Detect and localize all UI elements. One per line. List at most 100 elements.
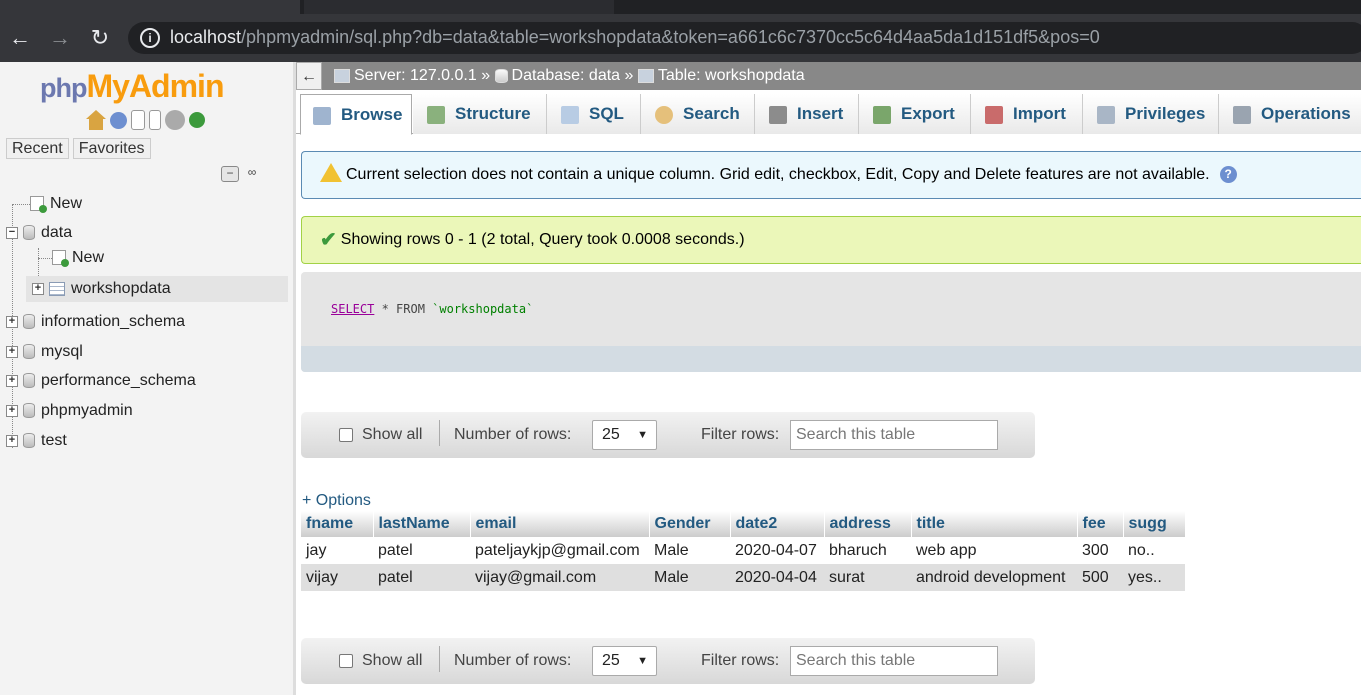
filter-rows-label: Filter rows:	[701, 426, 780, 443]
tab-sql[interactable]: SQL	[547, 94, 641, 134]
browser-tab[interactable]	[304, 0, 614, 14]
breadcrumb-server[interactable]: Server: 127.0.0.1 »	[354, 67, 490, 84]
database-icon	[23, 225, 35, 241]
sql-keyword[interactable]: SELECT	[331, 302, 374, 316]
rows-select[interactable]: 25 ▼	[592, 646, 657, 676]
tree-item-data[interactable]: − data	[6, 220, 72, 246]
table-icon	[637, 68, 654, 83]
column-header[interactable]: lastName	[373, 511, 471, 537]
help-icon[interactable]	[110, 112, 127, 129]
collapse-panel-arrow-icon[interactable]: ←	[296, 62, 322, 90]
tab-search[interactable]: Search	[641, 94, 755, 134]
breadcrumb-database[interactable]: Database: data »	[512, 67, 634, 84]
info-icon[interactable]: i	[140, 28, 160, 48]
expand-icon[interactable]: +	[6, 345, 18, 358]
quick-icons	[86, 110, 205, 130]
expand-icon[interactable]: +	[6, 404, 18, 417]
tab-browse[interactable]: Browse	[300, 94, 412, 135]
column-header[interactable]: email	[470, 511, 650, 537]
tab-label: Export	[901, 104, 955, 123]
sql-query: SELECT * FROM `workshopdata`	[331, 302, 533, 316]
tab-import[interactable]: Import	[971, 94, 1083, 134]
url-text: localhost/phpmyadmin/sql.php?db=data&tab…	[170, 27, 1100, 48]
tree-item-information-schema[interactable]: + information_schema	[6, 309, 185, 335]
dropdown-arrow-icon: ▼	[637, 429, 648, 441]
link-icon[interactable]: ∞	[243, 166, 261, 182]
browser-tab-strip	[0, 0, 1361, 14]
tree-item-phpmyadmin[interactable]: + phpmyadmin	[6, 398, 133, 424]
column-header[interactable]: fee	[1077, 511, 1124, 537]
expand-icon[interactable]: +	[6, 315, 18, 328]
tree-item-label: data	[41, 224, 73, 241]
url-host: localhost	[170, 27, 242, 47]
table-cell: no..	[1123, 537, 1185, 564]
collapse-icon[interactable]: −	[6, 226, 18, 239]
rows-select[interactable]: 25 ▼	[592, 420, 657, 450]
filter-rows-input[interactable]: Search this table	[790, 420, 998, 450]
settings-gear-icon[interactable]	[165, 110, 185, 130]
expand-icon[interactable]: +	[6, 434, 18, 447]
breadcrumb: ← Server: 127.0.0.1 » Database: data » T…	[296, 62, 1361, 90]
table-navigation-top: Show all Number of rows: 25 ▼ Filter rows…	[301, 412, 1035, 458]
column-header[interactable]: fname	[301, 511, 374, 537]
success-message: ✔ Showing rows 0 - 1 (2 total, Query took…	[301, 216, 1361, 264]
collapse-all-icon[interactable]: −	[221, 166, 239, 182]
tab-export[interactable]: Export	[859, 94, 971, 134]
back-arrow-icon[interactable]: ←	[6, 24, 34, 52]
database-icon	[23, 373, 35, 389]
tab-operations[interactable]: Operations	[1219, 94, 1361, 134]
options-link[interactable]: + Options	[302, 492, 371, 510]
column-header[interactable]: Gender	[649, 511, 731, 537]
logo-my: My	[86, 68, 129, 104]
tree-item-test[interactable]: + test	[6, 428, 67, 454]
export-icon	[873, 105, 891, 124]
tree-item-performance-schema[interactable]: + performance_schema	[6, 368, 196, 394]
search-icon	[655, 105, 673, 124]
tab-label: Import	[1013, 104, 1066, 123]
table-cell: pateljaykjp@gmail.com	[470, 537, 649, 564]
recent-button[interactable]: Recent	[6, 138, 69, 159]
tree-item-label: information_schema	[41, 313, 186, 330]
tab-insert[interactable]: Insert	[755, 94, 859, 134]
filter-rows-input[interactable]: Search this table	[790, 646, 998, 676]
tab-label: Privileges	[1125, 104, 1206, 123]
checkmark-icon: ✔	[320, 229, 337, 251]
tree-item-workshopdata[interactable]: + workshopdata	[26, 276, 288, 302]
favorites-button[interactable]: Favorites	[72, 138, 151, 159]
new-table-icon	[52, 250, 69, 268]
column-header[interactable]: address	[824, 511, 912, 537]
table-cell: bharuch	[824, 537, 911, 564]
url-field[interactable]: i localhost/phpmyadmin/sql.php?db=data&t…	[128, 22, 1361, 54]
sql-docs-icon[interactable]	[149, 110, 161, 130]
sql-icon	[561, 105, 579, 124]
separator	[439, 420, 440, 446]
docs-icon[interactable]	[131, 110, 145, 130]
tree-item-new[interactable]: New	[30, 191, 82, 217]
help-icon[interactable]: ?	[1219, 166, 1237, 184]
reload-navigation-icon[interactable]	[189, 112, 205, 128]
tab-privileges[interactable]: Privileges	[1083, 94, 1219, 134]
show-all-checkbox[interactable]	[339, 654, 353, 668]
tree-item-mysql[interactable]: + mysql	[6, 339, 83, 365]
forward-arrow-icon[interactable]: →	[46, 24, 74, 52]
home-icon[interactable]	[86, 110, 106, 130]
phpmyadmin-logo[interactable]: phpMyAdmin	[40, 68, 224, 105]
column-header[interactable]: sugg	[1123, 511, 1186, 537]
reload-icon[interactable]: ↻	[86, 24, 114, 52]
sql-toolbar	[301, 346, 1361, 372]
column-header[interactable]: title	[911, 511, 1078, 537]
breadcrumb-table[interactable]: Table: workshopdata	[658, 67, 805, 84]
tree-item-label: performance_schema	[41, 372, 196, 389]
tab-structure[interactable]: Structure	[413, 94, 547, 134]
tree-item-data-new[interactable]: New	[52, 245, 104, 271]
expand-icon[interactable]: +	[32, 282, 44, 295]
column-header[interactable]: date2	[730, 511, 825, 537]
show-all-label[interactable]: Show all	[362, 652, 422, 670]
url-path: /phpmyadmin/sql.php?db=data&table=worksh…	[241, 27, 1100, 47]
show-all-checkbox[interactable]	[339, 428, 353, 442]
expand-icon[interactable]: +	[6, 374, 18, 387]
table-cell: 300	[1077, 537, 1123, 564]
show-all-label[interactable]: Show all	[362, 426, 422, 444]
browser-tab[interactable]	[0, 0, 300, 14]
address-bar: ← → ↻ i localhost/phpmyadmin/sql.php?db=…	[0, 14, 1361, 62]
